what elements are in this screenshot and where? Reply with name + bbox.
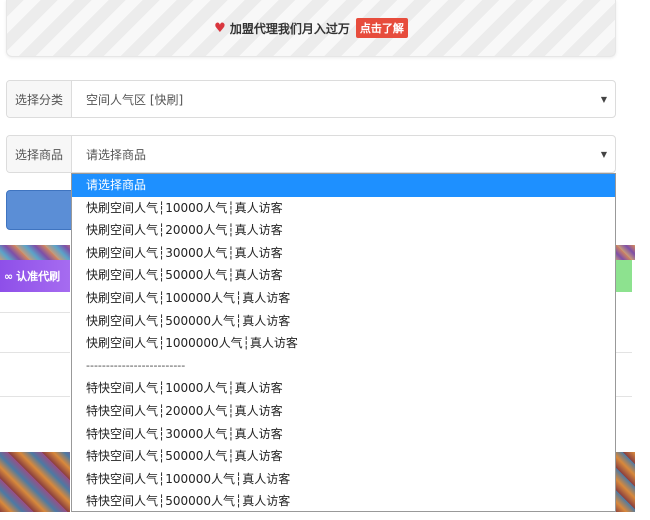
dropdown-option[interactable]: 请选择商品 [72, 174, 615, 197]
promo-banner: ♥ 加盟代理我们月入过万 点击了解 [6, 0, 616, 57]
dropdown-option[interactable]: 特快空间人气┆10000人气┆真人访客 [72, 377, 615, 400]
notice-bar-right [615, 260, 632, 292]
dropdown-option[interactable]: 特快空间人气┆20000人气┆真人访客 [72, 400, 615, 423]
dropdown-option[interactable]: 特快空间人气┆30000人气┆真人访客 [72, 423, 615, 446]
chevron-down-icon[interactable]: ▼ [593, 136, 615, 172]
divider [615, 352, 632, 353]
banner-text: 加盟代理我们月入过万 [229, 21, 350, 36]
decorative-banner-image [615, 245, 635, 260]
divider [0, 396, 70, 397]
category-value[interactable]: 空间人气区 [快刷] [72, 81, 593, 117]
dropdown-option[interactable]: 特快空间人气┆100000人气┆真人访客 [72, 468, 615, 491]
decorative-footer-image [0, 452, 70, 512]
chevron-down-icon[interactable]: ▼ [593, 81, 615, 117]
goods-label: 选择商品 [7, 136, 72, 172]
divider [0, 352, 70, 353]
goods-select[interactable]: 选择商品 请选择商品 ▼ [6, 135, 616, 173]
heart-icon: ♥ [214, 20, 226, 36]
category-label: 选择分类 [7, 81, 72, 117]
notice-text: 认准代刷 [16, 270, 61, 283]
submit-button[interactable] [6, 190, 76, 230]
link-icon: ∞ [4, 269, 14, 283]
dropdown-option[interactable]: 快刷空间人气┆20000人气┆真人访客 [72, 219, 615, 242]
category-select[interactable]: 选择分类 空间人气区 [快刷] ▼ [6, 80, 616, 118]
dropdown-option[interactable]: 快刷空间人气┆100000人气┆真人访客 [72, 287, 615, 310]
dropdown-option[interactable]: 快刷空间人气┆1000000人气┆真人访客 [72, 332, 615, 355]
goods-dropdown-list[interactable]: 请选择商品 快刷空间人气┆10000人气┆真人访客 快刷空间人气┆20000人气… [71, 173, 616, 512]
goods-value[interactable]: 请选择商品 [72, 136, 593, 172]
dropdown-option[interactable]: 特快空间人气┆500000人气┆真人访客 [72, 490, 615, 511]
decorative-banner-image [0, 245, 70, 260]
decorative-footer-image [615, 452, 635, 512]
divider [0, 312, 70, 313]
dropdown-option[interactable]: 快刷空间人气┆10000人气┆真人访客 [72, 197, 615, 220]
dropdown-option[interactable]: 特快空间人气┆50000人气┆真人访客 [72, 445, 615, 468]
divider [615, 396, 632, 397]
dropdown-option[interactable]: 快刷空间人气┆500000人气┆真人访客 [72, 310, 615, 333]
dropdown-option[interactable]: 快刷空间人气┆50000人气┆真人访客 [72, 264, 615, 287]
notice-bar: ∞ 认准代刷 [0, 260, 70, 292]
dropdown-option[interactable]: 快刷空间人气┆30000人气┆真人访客 [72, 242, 615, 265]
dropdown-separator: ------------------------- [86, 358, 186, 372]
banner-cta-button[interactable]: 点击了解 [355, 18, 408, 38]
